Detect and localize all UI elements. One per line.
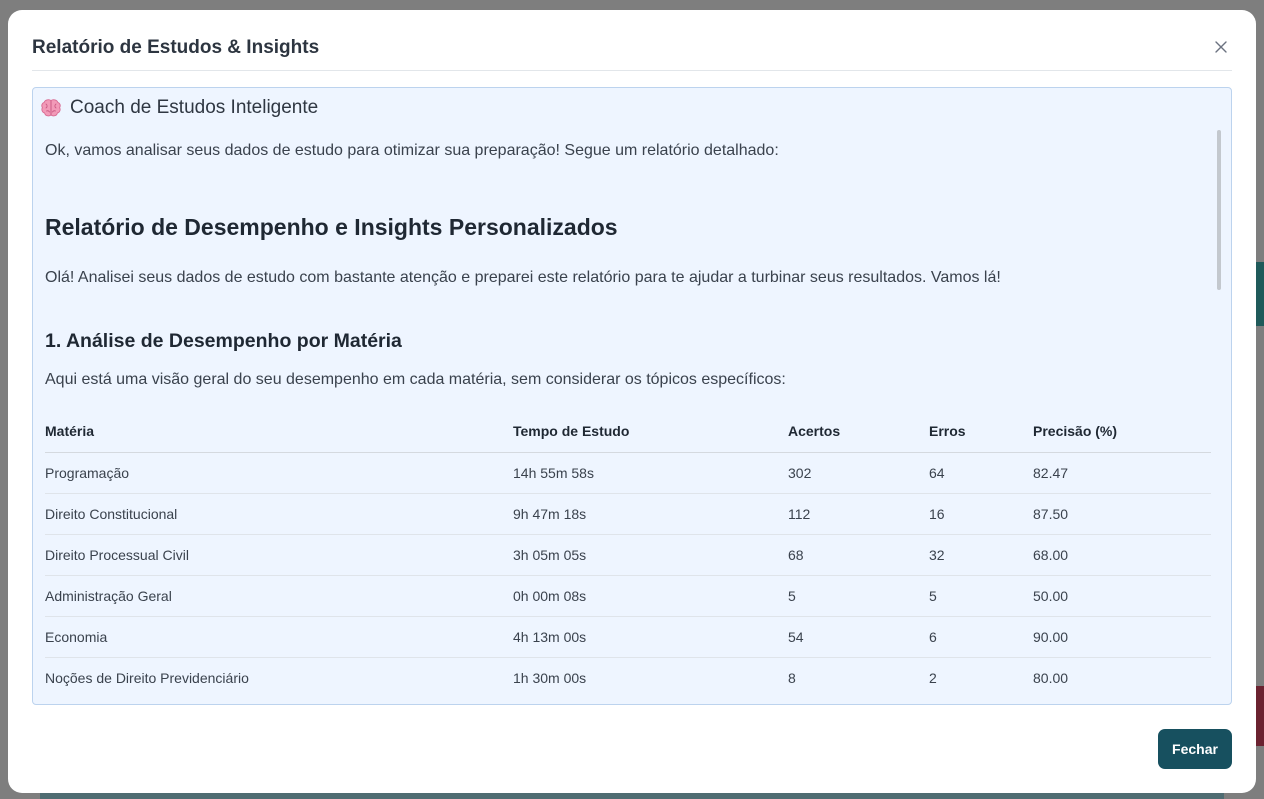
report-modal: Relatório de Estudos & Insights Coach de… [8,10,1256,793]
table-row: Noções de Direito Previdenciário 1h 30m … [45,657,1211,698]
cell-errors: 5 [929,575,1033,617]
coach-panel: Coach de Estudos Inteligente Ok, vamos a… [32,87,1232,705]
close-button[interactable] [1210,36,1232,58]
close-icon [1215,41,1227,53]
table-header-row: Matéria Tempo de Estudo Acertos Erros Pr… [45,411,1211,453]
table-row: Programação 14h 55m 58s 302 64 82.47 [45,452,1211,494]
cell-correct: 112 [788,493,929,535]
column-header-correct: Acertos [788,411,929,453]
modal-title: Relatório de Estudos & Insights [32,37,320,58]
cell-study-time: 1h 30m 00s [513,669,587,686]
cell-subject: Economia [45,616,513,658]
close-modal-button[interactable]: Fechar [1158,729,1232,769]
table-row: Administração Geral 0h 00m 08s 5 5 50.00 [45,575,1211,617]
cell-accuracy: 90.00 [1033,616,1211,658]
cell-subject: Direito Processual Civil [45,534,513,576]
cell-correct: 302 [788,452,929,494]
cell-study-time: 9h 47m 18s [513,493,788,535]
cell-correct: 5 [788,575,929,617]
cell-accuracy: 82.47 [1033,452,1211,494]
cell-subject: Noções de Direito Previdenciário [45,669,249,686]
panel-heading: Coach de Estudos Inteligente [40,96,318,120]
table-row: Direito Constitucional 9h 47m 18s 112 16… [45,493,1211,535]
cell-accuracy: 50.00 [1033,575,1211,617]
cell-study-time: 14h 55m 58s [513,452,788,494]
brain-icon [41,99,61,117]
cell-accuracy: 87.50 [1033,493,1211,535]
panel-heading-text: Coach de Estudos Inteligente [70,97,319,118]
cell-correct: 54 [788,616,929,658]
cell-errors: 6 [929,616,1033,658]
table-row: Economia 4h 13m 00s 54 6 90.00 [45,616,1211,658]
section-description: Aqui está uma visão geral do seu desempe… [45,371,786,388]
report-scroll-area[interactable]: Ok, vamos analisar seus dados de estudo … [33,128,1231,704]
cell-errors: 64 [929,452,1033,494]
column-header-errors: Erros [929,411,1033,453]
cell-subject: Programação [45,452,513,494]
cell-study-time: 3h 05m 05s [513,534,788,576]
table-row: Direito Processual Civil 3h 05m 05s 68 3… [45,534,1211,576]
cell-correct: 68 [788,534,929,576]
cell-study-time: 4h 13m 00s [513,616,788,658]
modal-header: Relatório de Estudos & Insights [32,34,1232,71]
cell-accuracy: 68.00 [1033,534,1211,576]
column-header-study-time: Tempo de Estudo [513,411,788,453]
column-header-accuracy: Precisão (%) [1033,411,1211,453]
cell-subject: Administração Geral [45,575,513,617]
column-header-subject: Matéria [45,411,513,453]
cell-errors: 32 [929,534,1033,576]
scrollbar-thumb[interactable] [1217,130,1221,290]
cell-correct: 8 [788,669,796,686]
cell-study-time: 0h 00m 08s [513,575,788,617]
greeting-text: Olá! Analisei seus dados de estudo com b… [45,269,1001,286]
performance-table: Matéria Tempo de Estudo Acertos Erros Pr… [45,411,1211,698]
intro-text: Ok, vamos analisar seus dados de estudo … [45,142,779,159]
cell-subject: Direito Constitucional [45,493,513,535]
section-title: 1. Análise de Desempenho por Matéria [45,330,402,352]
report-title: Relatório de Desempenho e Insights Perso… [45,214,618,240]
cell-errors: 16 [929,493,1033,535]
cell-errors: 2 [929,669,937,686]
cell-accuracy: 80.00 [1033,669,1069,686]
